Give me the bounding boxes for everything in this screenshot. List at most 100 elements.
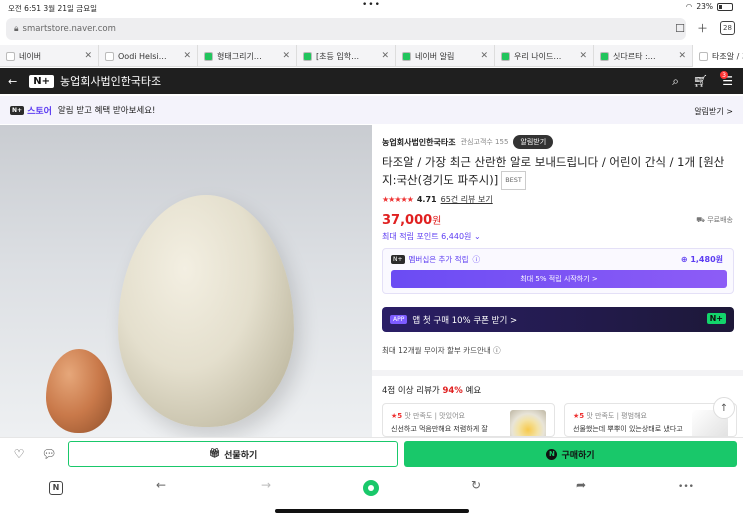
gift-icon: 🎁︎ bbox=[208, 449, 221, 459]
status-time: 오전 6:51 3월 21일 금요일 bbox=[8, 4, 98, 13]
truck-icon: ⛟ bbox=[696, 216, 708, 224]
favicon-icon bbox=[204, 51, 213, 61]
membership-points: ⊕ 1,480원 bbox=[680, 255, 723, 264]
promo-strip[interactable]: N+ 스토어 알림 받고 혜택 받아보세요! 알림받기 > bbox=[0, 96, 743, 124]
info-icon: ⓘ bbox=[493, 346, 501, 355]
product-image[interactable] bbox=[0, 125, 372, 437]
section-divider bbox=[372, 370, 743, 376]
new-tab-icon[interactable]: ＋ bbox=[697, 20, 708, 36]
npay-icon: N bbox=[546, 448, 558, 460]
green-dot-icon[interactable] bbox=[363, 480, 379, 496]
max-points[interactable]: 최대 적립 포인트 6,440원 ⌄ bbox=[382, 231, 481, 242]
rating-row: ★★★★★ 4.71 65건 리뷰 보기 bbox=[382, 194, 493, 205]
cart-icon[interactable]: 🛒︎ 3 bbox=[693, 71, 728, 89]
close-icon[interactable]: ✕ bbox=[84, 51, 92, 61]
status-bar: 오전 6:51 3월 21일 금요일 ••• ◠ 23% bbox=[0, 0, 743, 14]
more-icon[interactable]: ••• bbox=[676, 482, 696, 492]
wifi-icon: ◠ bbox=[685, 2, 693, 11]
tab-title: 네이버 bbox=[19, 51, 42, 61]
favicon-icon bbox=[501, 51, 510, 61]
tab-title: Oodi Helsi… bbox=[118, 51, 167, 61]
address-bar[interactable]: 🔒︎ smartstore.naver.com bbox=[6, 18, 686, 40]
chat-icon[interactable]: 💬︎ bbox=[38, 443, 60, 465]
browser-tab[interactable]: 우리 나이드… ✕ bbox=[495, 45, 594, 67]
review-card[interactable]: ★5 맛 만족도 | 맛있어요 신선하고 먹음만해요 저렴하게 잘 bbox=[382, 403, 555, 437]
favicon-icon bbox=[6, 51, 15, 61]
site-header: ← N+ 농업회사법인한국타조 ⌕ 🛒︎ 3 ☰ bbox=[0, 68, 743, 94]
card-installment[interactable]: 최대 12개월 무이자 할부 카드안내 ⓘ bbox=[382, 345, 501, 356]
heart-icon[interactable]: ♡ bbox=[8, 443, 30, 465]
alarm-link[interactable]: 알림받기 > bbox=[694, 106, 733, 117]
store-name[interactable]: 농업회사법인한국타조 bbox=[60, 73, 161, 89]
purchase-bar: ♡ 💬︎ 🎁︎ 선물하기 N 구매하기 bbox=[0, 437, 743, 471]
back-icon[interactable]: ← bbox=[151, 478, 171, 492]
fav-count: 관심고객수 155 bbox=[460, 138, 509, 146]
product-title: 타조알 / 가장 최근 산란한 알로 보내드립니다 / 어린이 간식 / 1개 … bbox=[382, 154, 734, 190]
lock-icon: 🔒︎ bbox=[14, 24, 19, 34]
browser-tab[interactable]: Oodi Helsi… ✕ bbox=[99, 45, 198, 67]
search-icon[interactable]: ⌕ bbox=[672, 74, 679, 89]
tab-strip: 네이버 ✕ Oodi Helsi… ✕ 형태그리기… ✕ [초등 입학… ✕ 네이버 알림 ✕ 우리… bbox=[0, 45, 743, 67]
forward-icon[interactable]: → bbox=[256, 478, 276, 492]
app-coupon-banner[interactable]: APP 앱 첫 구매 10% 쿠폰 받기 > N+ bbox=[382, 307, 734, 332]
close-icon[interactable]: ✕ bbox=[678, 51, 686, 61]
tab-title: 형태그리기… bbox=[217, 51, 262, 61]
tab-title: 타조알 / 가장… bbox=[712, 51, 743, 61]
browser-actions: ☐ ＋ 28 bbox=[675, 20, 735, 36]
browser-tab[interactable]: [초등 입학… ✕ bbox=[297, 45, 396, 67]
review-thumbnail bbox=[510, 410, 546, 436]
chevron-down-icon: ⌄ bbox=[473, 232, 481, 241]
browser-tab[interactable]: 네이버 알림 ✕ bbox=[396, 45, 495, 67]
browser-tab[interactable]: 형태그리기… ✕ bbox=[198, 45, 297, 67]
ostrich-egg bbox=[118, 195, 294, 427]
back-arrow-icon[interactable]: ← bbox=[8, 75, 17, 88]
close-icon[interactable]: ✕ bbox=[183, 51, 191, 61]
buy-button[interactable]: N 구매하기 bbox=[404, 441, 737, 467]
notify-button[interactable]: 알림받기 bbox=[513, 135, 554, 149]
url-text: smartstore.naver.com bbox=[22, 24, 116, 34]
favicon-icon bbox=[303, 51, 312, 61]
status-right: ◠ 23% bbox=[686, 2, 733, 11]
best-badge: BEST bbox=[501, 171, 526, 190]
home-indicator bbox=[275, 509, 469, 513]
app-badge: APP bbox=[390, 315, 408, 324]
rating-stars: ★★★★★ bbox=[382, 195, 414, 204]
naver-home-icon[interactable]: N bbox=[49, 481, 63, 495]
browser-tab[interactable]: 싯다르타 :… ✕ bbox=[594, 45, 693, 67]
close-icon[interactable]: ✕ bbox=[579, 51, 587, 61]
multitask-dots-icon[interactable]: ••• bbox=[362, 0, 381, 10]
bookmark-icon[interactable]: ☐ bbox=[675, 22, 685, 35]
naver-plus-badge: N+ bbox=[706, 313, 726, 324]
header-actions: ⌕ 🛒︎ 3 ☰ bbox=[672, 71, 733, 89]
reload-icon[interactable]: ↻ bbox=[466, 478, 486, 492]
membership-box: N+ 멤버십은 추가 적립 ⓘ ⊕ 1,480원 최대 5% 적립 시작하기 > bbox=[382, 248, 734, 294]
naver-store-logo: N+ 스토어 bbox=[10, 105, 52, 117]
tab-count-button[interactable]: 28 bbox=[720, 21, 735, 35]
favicon-icon bbox=[105, 51, 114, 61]
browser-tab[interactable]: 타조알 / 가장…✕ bbox=[693, 45, 743, 67]
chicken-egg bbox=[46, 349, 112, 433]
naver-plus-logo[interactable]: N+ bbox=[29, 74, 54, 88]
shipping-info: ⛟ 무료배송 bbox=[696, 216, 733, 224]
review-link[interactable]: 65건 리뷰 보기 bbox=[441, 194, 493, 205]
close-icon[interactable]: ✕ bbox=[480, 51, 488, 61]
browser-tab[interactable]: 네이버 ✕ bbox=[0, 45, 99, 67]
close-icon[interactable]: ✕ bbox=[282, 51, 290, 61]
seller-name[interactable]: 농업회사법인한국타조 bbox=[382, 137, 456, 148]
gift-button[interactable]: 🎁︎ 선물하기 bbox=[68, 441, 398, 467]
info-icon[interactable]: ⓘ bbox=[472, 254, 480, 265]
tab-title: 우리 나이드… bbox=[514, 51, 562, 61]
review-card[interactable]: ★5 맛 만족도 | 평범해요 선물했는데 뿌뿌이 있는상태로 냈다고 bbox=[564, 403, 737, 437]
close-icon[interactable]: ✕ bbox=[381, 51, 389, 61]
tab-title: [초등 입학… bbox=[316, 51, 360, 61]
favicon-icon bbox=[402, 51, 411, 61]
membership-logo: N+ bbox=[391, 255, 405, 264]
membership-row: N+ 멤버십은 추가 적립 ⓘ bbox=[391, 254, 480, 265]
scroll-top-button[interactable]: ↑ bbox=[713, 397, 735, 419]
review-summary: 4점 이상 리뷰가 94% 예요 bbox=[382, 386, 482, 396]
seller-info: 농업회사법인한국타조 관심고객수 155 알림받기 bbox=[382, 135, 554, 149]
membership-start-button[interactable]: 최대 5% 적립 시작하기 > bbox=[391, 270, 727, 288]
share-icon[interactable]: ➦ bbox=[571, 478, 591, 492]
price: 37,000원 bbox=[382, 213, 442, 228]
tab-title: 네이버 알림 bbox=[415, 51, 455, 61]
